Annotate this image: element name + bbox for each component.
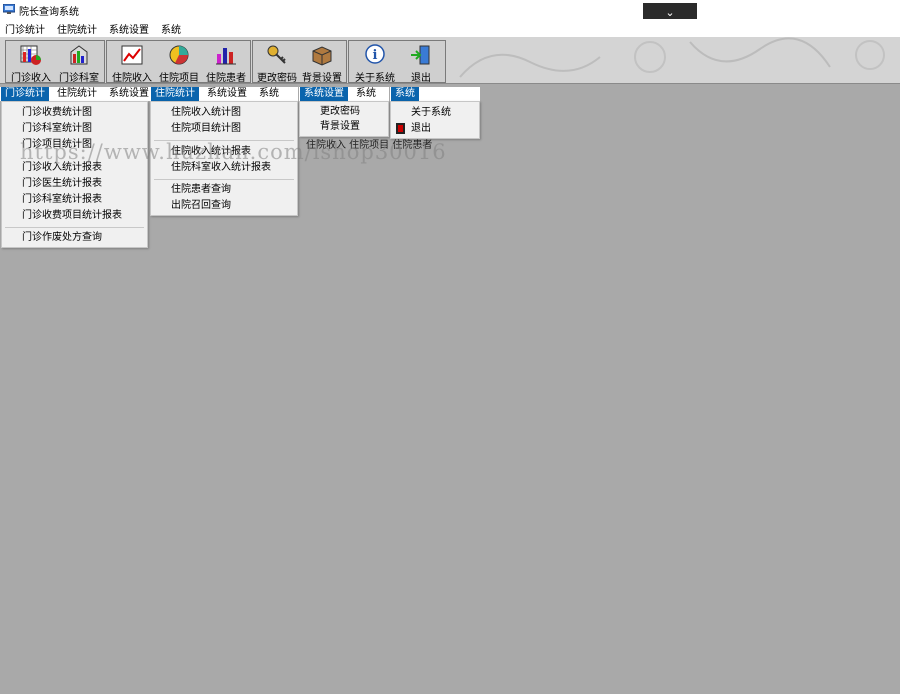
about-system-button[interactable]: i 关于系统 (351, 41, 399, 84)
panel1-menu-system-settings[interactable]: 系统设置 (105, 87, 153, 101)
menu-separator (5, 227, 144, 228)
panel1-menu-bar: 门诊统计 住院统计 系统设置 (0, 87, 150, 101)
title-bar: 院长查询系统 ⌄ (0, 0, 900, 23)
menu-system-settings[interactable]: 系统设置 (109, 21, 149, 36)
inpatient-items-icon (169, 45, 189, 65)
menu-item-exit[interactable]: 退出 (391, 121, 479, 137)
toolbar-group-inpatient: 住院收入 住院项目 住院患者 (106, 40, 251, 83)
box-icon (312, 46, 332, 66)
menu-item-outpatient-dept-chart[interactable]: 门诊科室统计图 (2, 121, 147, 137)
inpatient-income-icon (121, 45, 143, 65)
menu-separator (154, 179, 294, 180)
exit-door-icon (411, 45, 430, 65)
menu-item-inpatient-project-chart[interactable]: 住院项目统计图 (151, 121, 297, 137)
inpatient-patients-icon (216, 48, 236, 65)
outpatient-stats-dropdown: 门诊收费统计图 门诊科室统计图 门诊项目统计图 门诊收入统计报表 门诊医生统计报… (1, 101, 148, 248)
menu-system[interactable]: 系统 (161, 21, 181, 36)
panel3-menu-bar: 系统设置 系统 (299, 87, 389, 101)
inpatient-patients-button[interactable]: 住院患者 (203, 41, 249, 84)
panel2-menu-system-settings[interactable]: 系统设置 (203, 87, 251, 101)
menu-bar: 门诊统计 住院统计 系统设置 系统 (0, 19, 900, 37)
outpatient-income-icon (20, 45, 41, 65)
panel3-menu-system[interactable]: 系统 (352, 87, 380, 101)
inpatient-income-label: 住院收入 (112, 73, 152, 84)
menu-item-outpatient-void-prescription[interactable]: 门诊作废处方查询 (2, 230, 147, 246)
exit-label: 退出 (411, 73, 431, 84)
menu-item-change-password[interactable]: 更改密码 (300, 104, 388, 120)
inpatient-income-button[interactable]: 住院收入 (109, 41, 155, 84)
panel1-menu-outpatient-stats[interactable]: 门诊统计 (1, 87, 49, 101)
menu-item-inpatient-patient-query[interactable]: 住院患者查询 (151, 182, 297, 198)
menu-inpatient-stats[interactable]: 住院统计 (57, 21, 97, 36)
menu-outpatient-stats[interactable]: 门诊统计 (5, 21, 45, 36)
exit-button[interactable]: 退出 (399, 41, 443, 84)
panel2-menu-bar: 住院统计 系统设置 系统 (150, 87, 298, 101)
toolbar-group-outpatient: 门诊收入 门诊科室 (5, 40, 105, 83)
change-password-label: 更改密码 (257, 73, 297, 84)
menu-item-outpatient-fee-item-report[interactable]: 门诊收费项目统计报表 (2, 208, 147, 224)
panel4-menu-bar: 系统 (390, 87, 480, 101)
panel2-menu-inpatient-stats[interactable]: 住院统计 (151, 87, 199, 101)
inpatient-items-button[interactable]: 住院项目 (156, 41, 202, 84)
menu-item-outpatient-fee-chart[interactable]: 门诊收费统计图 (2, 105, 147, 121)
background-pattern (459, 37, 885, 78)
background-settings-label: 背景设置 (302, 73, 342, 84)
change-password-button[interactable]: 更改密码 (255, 41, 299, 84)
menu-item-inpatient-income-chart[interactable]: 住院收入统计图 (151, 105, 297, 121)
inpatient-items-label: 住院项目 (159, 73, 199, 84)
key-icon (267, 45, 286, 64)
menu-item-outpatient-doctor-report[interactable]: 门诊医生统计报表 (2, 176, 147, 192)
panel4-menu-system[interactable]: 系统 (391, 87, 419, 101)
toolbar-group-system: i 关于系统 退出 (348, 40, 446, 83)
toolbar-group-settings: 更改密码 背景设置 (252, 40, 347, 83)
svg-text:i: i (373, 48, 378, 63)
system-dropdown: 关于系统 退出 (390, 101, 480, 139)
app-icon (3, 4, 15, 14)
window-title: 院长查询系统 (19, 7, 79, 18)
menu-item-background-settings[interactable]: 背景设置 (300, 119, 388, 135)
menu-item-about-system[interactable]: 关于系统 (391, 105, 479, 121)
menu-item-discharge-recall-query[interactable]: 出院召回查询 (151, 198, 297, 214)
about-system-label: 关于系统 (355, 73, 395, 84)
outpatient-income-button[interactable]: 门诊收入 (8, 41, 54, 84)
outpatient-dept-label: 门诊科室 (59, 73, 99, 84)
panel3-menu-system-settings[interactable]: 系统设置 (300, 87, 348, 101)
outpatient-dept-button[interactable]: 门诊科室 (56, 41, 102, 84)
inpatient-patients-label: 住院患者 (206, 73, 246, 84)
watermark: https://www.huzhan.com/ishop30016 (20, 140, 447, 164)
menu-item-outpatient-dept-report[interactable]: 门诊科室统计报表 (2, 192, 147, 208)
toolbar: 门诊收入 门诊科室 住院收入 住院项目 住院患者 更改密码 背景设置 i 关于系… (0, 37, 900, 84)
info-icon: i (365, 44, 385, 64)
background-settings-button[interactable]: 背景设置 (300, 41, 344, 84)
outpatient-dept-icon (70, 45, 88, 65)
panel2-menu-system[interactable]: 系统 (255, 87, 283, 101)
outpatient-income-label: 门诊收入 (11, 73, 51, 84)
system-settings-dropdown: 更改密码 背景设置 (299, 101, 389, 137)
panel1-menu-inpatient-stats[interactable]: 住院统计 (53, 87, 101, 101)
